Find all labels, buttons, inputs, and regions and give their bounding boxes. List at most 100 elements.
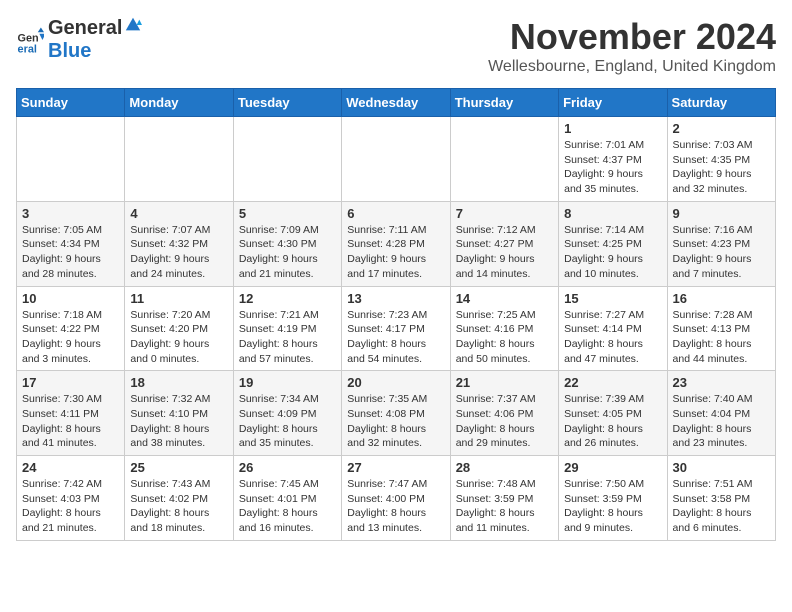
weekday-header-friday: Friday (559, 89, 667, 117)
day-info: Sunrise: 7:16 AM Sunset: 4:23 PM Dayligh… (673, 223, 770, 282)
day-info: Sunrise: 7:01 AM Sunset: 4:37 PM Dayligh… (564, 138, 661, 197)
day-number: 4 (130, 206, 227, 221)
day-info: Sunrise: 7:20 AM Sunset: 4:20 PM Dayligh… (130, 308, 227, 367)
calendar-cell: 27Sunrise: 7:47 AM Sunset: 4:00 PM Dayli… (342, 456, 450, 541)
day-number: 1 (564, 121, 661, 136)
day-info: Sunrise: 7:09 AM Sunset: 4:30 PM Dayligh… (239, 223, 336, 282)
day-number: 5 (239, 206, 336, 221)
day-info: Sunrise: 7:37 AM Sunset: 4:06 PM Dayligh… (456, 392, 553, 451)
day-info: Sunrise: 7:28 AM Sunset: 4:13 PM Dayligh… (673, 308, 770, 367)
calendar-cell: 15 Sunrise: 7:27 AM Sunset: 4:14 PM Dayli… (559, 286, 667, 371)
calendar-week-5: 24 Sunrise: 7:42 AM Sunset: 4:03 PM Dayli… (17, 456, 776, 541)
day-number: 20 (347, 375, 444, 390)
day-number: 8 (564, 206, 661, 221)
day-info: Sunrise: 7:48 AM Sunset: 3:59 PM Dayligh… (456, 477, 553, 536)
day-number: 21 (456, 375, 553, 390)
calendar-body: 1 Sunrise: 7:01 AM Sunset: 4:37 PM Daylig… (17, 117, 776, 541)
day-number: 29 (564, 460, 661, 475)
day-info: Sunrise: 7:25 AM Sunset: 4:16 PM Dayligh… (456, 308, 553, 367)
day-number: 10 (22, 291, 119, 306)
header: Gen eral General Blue November 2024 Well… (16, 16, 776, 76)
logo: Gen eral General Blue (16, 16, 142, 63)
day-number: 23 (673, 375, 770, 390)
logo-icon: Gen eral (16, 26, 44, 54)
calendar-cell: 6 Sunrise: 7:11 AM Sunset: 4:28 PM Daylig… (342, 201, 450, 286)
calendar-cell: 10 Sunrise: 7:18 AM Sunset: 4:22 PM Dayli… (17, 286, 125, 371)
calendar-cell: 28 Sunrise: 7:48 AM Sunset: 3:59 PM Dayli… (450, 456, 558, 541)
day-number: 3 (22, 206, 119, 221)
calendar-cell: 30 Sunrise: 7:51 AM Sunset: 3:58 PM Dayli… (667, 456, 775, 541)
calendar-table: SundayMondayTuesdayWednesdayThursdayFrid… (16, 88, 776, 541)
calendar-cell (125, 117, 233, 202)
calendar-cell: 23 Sunrise: 7:40 AM Sunset: 4:04 PM Dayli… (667, 371, 775, 456)
calendar-cell: 16Sunrise: 7:28 AM Sunset: 4:13 PM Dayli… (667, 286, 775, 371)
calendar-week-4: 17Sunrise: 7:30 AM Sunset: 4:11 PM Dayli… (17, 371, 776, 456)
day-number: 19 (239, 375, 336, 390)
calendar-cell: 21 Sunrise: 7:37 AM Sunset: 4:06 PM Dayli… (450, 371, 558, 456)
day-info: Sunrise: 7:03 AM Sunset: 4:35 PM Dayligh… (673, 138, 770, 197)
calendar-cell: 20Sunrise: 7:35 AM Sunset: 4:08 PM Dayli… (342, 371, 450, 456)
calendar-cell: 25 Sunrise: 7:43 AM Sunset: 4:02 PM Dayli… (125, 456, 233, 541)
day-info: Sunrise: 7:12 AM Sunset: 4:27 PM Dayligh… (456, 223, 553, 282)
day-info: Sunrise: 7:42 AM Sunset: 4:03 PM Dayligh… (22, 477, 119, 536)
day-number: 28 (456, 460, 553, 475)
day-info: Sunrise: 7:45 AM Sunset: 4:01 PM Dayligh… (239, 477, 336, 536)
day-number: 9 (673, 206, 770, 221)
day-number: 11 (130, 291, 227, 306)
day-info: Sunrise: 7:11 AM Sunset: 4:28 PM Dayligh… (347, 223, 444, 282)
weekday-header-wednesday: Wednesday (342, 89, 450, 117)
calendar-cell: 7 Sunrise: 7:12 AM Sunset: 4:27 PM Daylig… (450, 201, 558, 286)
weekday-header-saturday: Saturday (667, 89, 775, 117)
day-info: Sunrise: 7:14 AM Sunset: 4:25 PM Dayligh… (564, 223, 661, 282)
calendar-cell: 1 Sunrise: 7:01 AM Sunset: 4:37 PM Daylig… (559, 117, 667, 202)
day-number: 25 (130, 460, 227, 475)
calendar-week-2: 3 Sunrise: 7:05 AM Sunset: 4:34 PM Daylig… (17, 201, 776, 286)
day-number: 6 (347, 206, 444, 221)
day-number: 30 (673, 460, 770, 475)
svg-text:eral: eral (18, 43, 37, 54)
day-info: Sunrise: 7:32 AM Sunset: 4:10 PM Dayligh… (130, 392, 227, 451)
calendar-cell: 26 Sunrise: 7:45 AM Sunset: 4:01 PM Dayli… (233, 456, 341, 541)
calendar-cell: 19 Sunrise: 7:34 AM Sunset: 4:09 PM Dayli… (233, 371, 341, 456)
calendar-header-row: SundayMondayTuesdayWednesdayThursdayFrid… (17, 89, 776, 117)
logo-general: General (48, 17, 122, 40)
day-number: 12 (239, 291, 336, 306)
day-number: 2 (673, 121, 770, 136)
day-info: Sunrise: 7:47 AM Sunset: 4:00 PM Dayligh… (347, 477, 444, 536)
day-info: Sunrise: 7:18 AM Sunset: 4:22 PM Dayligh… (22, 308, 119, 367)
day-number: 22 (564, 375, 661, 390)
day-info: Sunrise: 7:43 AM Sunset: 4:02 PM Dayligh… (130, 477, 227, 536)
calendar-cell: 18Sunrise: 7:32 AM Sunset: 4:10 PM Dayli… (125, 371, 233, 456)
title-area: November 2024 Wellesbourne, England, Uni… (488, 16, 776, 76)
calendar-cell (17, 117, 125, 202)
day-info: Sunrise: 7:27 AM Sunset: 4:14 PM Dayligh… (564, 308, 661, 367)
day-info: Sunrise: 7:34 AM Sunset: 4:09 PM Dayligh… (239, 392, 336, 451)
calendar-cell: 9 Sunrise: 7:16 AM Sunset: 4:23 PM Daylig… (667, 201, 775, 286)
day-info: Sunrise: 7:50 AM Sunset: 3:59 PM Dayligh… (564, 477, 661, 536)
day-number: 7 (456, 206, 553, 221)
day-info: Sunrise: 7:30 AM Sunset: 4:11 PM Dayligh… (22, 392, 119, 451)
calendar-cell: 13Sunrise: 7:23 AM Sunset: 4:17 PM Dayli… (342, 286, 450, 371)
weekday-header-sunday: Sunday (17, 89, 125, 117)
calendar-cell: 11 Sunrise: 7:20 AM Sunset: 4:20 PM Dayli… (125, 286, 233, 371)
day-info: Sunrise: 7:40 AM Sunset: 4:04 PM Dayligh… (673, 392, 770, 451)
logo-blue: Blue (48, 40, 142, 63)
day-info: Sunrise: 7:05 AM Sunset: 4:34 PM Dayligh… (22, 223, 119, 282)
calendar-title: November 2024 (488, 16, 776, 58)
day-number: 24 (22, 460, 119, 475)
day-number: 13 (347, 291, 444, 306)
calendar-week-3: 10 Sunrise: 7:18 AM Sunset: 4:22 PM Dayli… (17, 286, 776, 371)
day-number: 14 (456, 291, 553, 306)
day-number: 15 (564, 291, 661, 306)
day-info: Sunrise: 7:39 AM Sunset: 4:05 PM Dayligh… (564, 392, 661, 451)
calendar-cell: 17Sunrise: 7:30 AM Sunset: 4:11 PM Dayli… (17, 371, 125, 456)
calendar-cell: 2 Sunrise: 7:03 AM Sunset: 4:35 PM Daylig… (667, 117, 775, 202)
day-number: 26 (239, 460, 336, 475)
calendar-cell: 22 Sunrise: 7:39 AM Sunset: 4:05 PM Dayli… (559, 371, 667, 456)
day-info: Sunrise: 7:51 AM Sunset: 3:58 PM Dayligh… (673, 477, 770, 536)
weekday-header-tuesday: Tuesday (233, 89, 341, 117)
calendar-cell: 3 Sunrise: 7:05 AM Sunset: 4:34 PM Daylig… (17, 201, 125, 286)
day-info: Sunrise: 7:21 AM Sunset: 4:19 PM Dayligh… (239, 308, 336, 367)
calendar-cell (450, 117, 558, 202)
calendar-cell: 29 Sunrise: 7:50 AM Sunset: 3:59 PM Dayli… (559, 456, 667, 541)
